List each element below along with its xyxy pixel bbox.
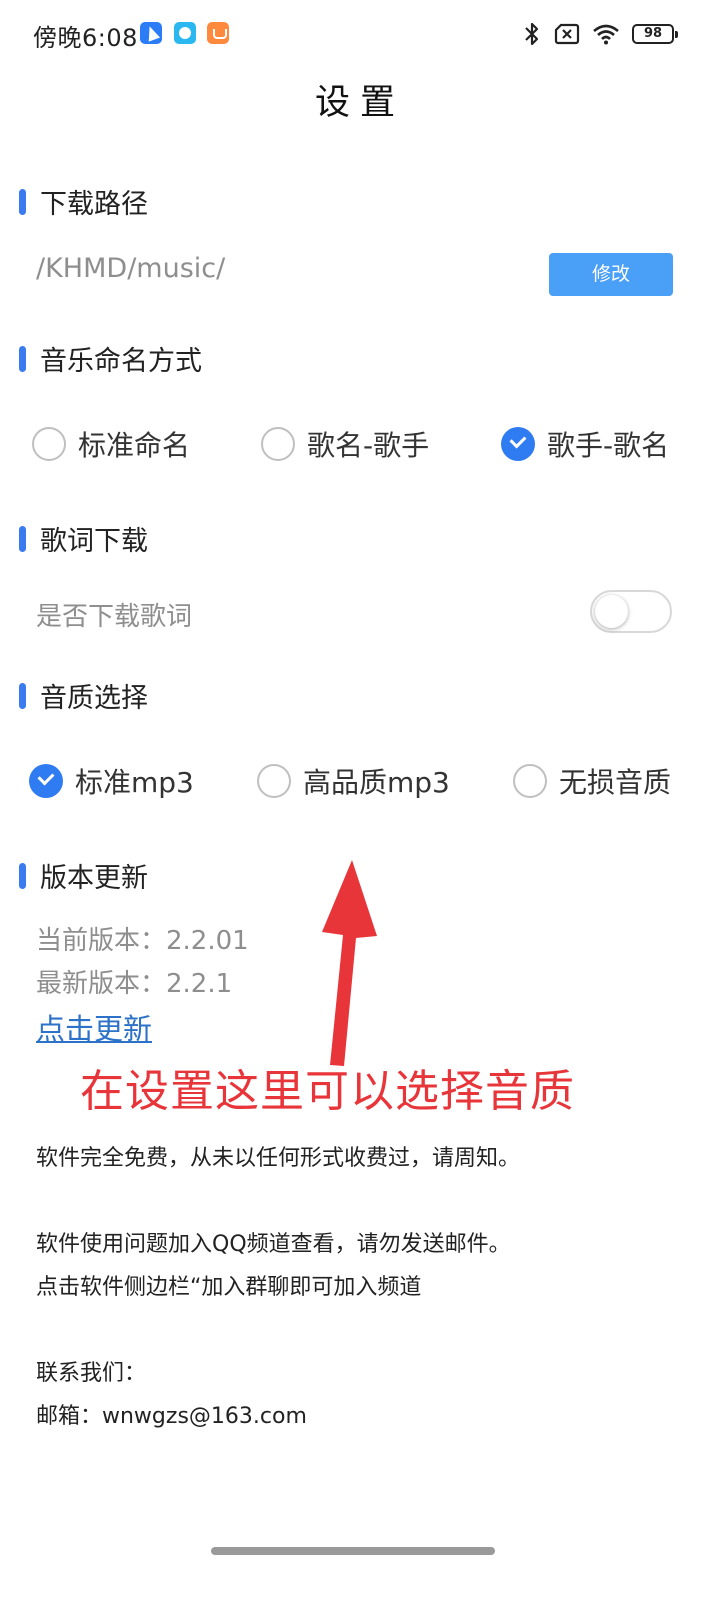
- section-accent-bar: [19, 345, 26, 372]
- app-icon-3: [207, 22, 229, 44]
- annotation-text: 在设置这里可以选择音质: [80, 1066, 575, 1117]
- section-lyrics: 歌词下载: [19, 519, 148, 558]
- radio-unchecked-icon: [32, 427, 66, 461]
- section-version: 版本更新: [19, 856, 148, 895]
- radio-label: 歌名-歌手: [307, 429, 430, 462]
- modify-path-button[interactable]: 修改: [549, 253, 673, 296]
- lyrics-download-toggle[interactable]: [590, 590, 672, 633]
- naming-option-artist-song[interactable]: 歌手-歌名: [501, 424, 669, 464]
- radio-label: 高品质mp3: [303, 766, 450, 799]
- radio-label: 标准mp3: [75, 766, 194, 799]
- page-title: 设置: [314, 83, 405, 123]
- app-icon-1: [140, 22, 162, 44]
- section-title: 下载路径: [40, 189, 148, 220]
- qq-channel-notice: 软件使用问题加入QQ频道查看，请勿发送邮件。: [36, 1232, 511, 1257]
- radio-label: 歌手-歌名: [547, 429, 670, 462]
- wifi-icon: [593, 24, 619, 45]
- current-version: 当前版本：2.2.01: [36, 926, 249, 956]
- lyrics-download-label: 是否下载歌词: [36, 602, 193, 632]
- section-accent-bar: [19, 525, 26, 552]
- quality-option-lossless[interactable]: 无损音质: [513, 761, 671, 801]
- naming-radio-group: 标准命名 歌名-歌手 歌手-歌名: [0, 414, 720, 474]
- quality-radio-group: 标准mp3 高品质mp3 无损音质: [0, 751, 720, 811]
- section-quality: 音质选择: [19, 676, 148, 715]
- sidebar-notice: 点击软件侧边栏“加入群聊即可加入频道: [36, 1275, 422, 1300]
- app-icon-2: [174, 22, 196, 44]
- home-indicator[interactable]: [211, 1547, 495, 1555]
- update-link[interactable]: 点击更新: [36, 1006, 152, 1048]
- radio-unchecked-icon: [261, 427, 295, 461]
- radio-label: 标准命名: [78, 429, 191, 462]
- free-notice: 软件完全免费，从未以任何形式收费过，请周知。: [36, 1146, 521, 1171]
- naming-option-song-artist[interactable]: 歌名-歌手: [261, 424, 429, 464]
- section-title: 版本更新: [40, 863, 148, 894]
- status-bar: 傍晚6:08 98: [0, 0, 720, 70]
- contact-title: 联系我们：: [36, 1361, 147, 1386]
- naming-option-standard[interactable]: 标准命名: [32, 424, 190, 464]
- quality-option-standard[interactable]: 标准mp3: [29, 761, 194, 801]
- section-accent-bar: [19, 682, 26, 709]
- contact-email: 邮箱：wnwgzs@163.com: [36, 1404, 307, 1429]
- latest-version: 最新版本：2.2.1: [36, 969, 233, 999]
- radio-checked-icon: [501, 427, 535, 461]
- status-time: 傍晚6:08: [33, 24, 138, 52]
- section-naming: 音乐命名方式: [19, 339, 202, 378]
- section-title: 音质选择: [40, 683, 148, 714]
- annotation-arrow-icon: [322, 860, 377, 1066]
- radio-unchecked-icon: [513, 764, 547, 798]
- download-path-value: /KHMD/music/: [36, 253, 226, 284]
- radio-unchecked-icon: [257, 764, 291, 798]
- section-download-path: 下载路径: [19, 182, 148, 221]
- section-title: 歌词下载: [40, 526, 148, 557]
- quality-option-high[interactable]: 高品质mp3: [257, 761, 450, 801]
- battery-icon: 98: [632, 24, 678, 44]
- section-title: 音乐命名方式: [40, 346, 202, 377]
- radio-checked-icon: [29, 764, 63, 798]
- status-icons: 98: [522, 20, 678, 48]
- radio-label: 无损音质: [559, 766, 672, 799]
- bluetooth-icon: [525, 22, 539, 46]
- no-sim-icon: [554, 23, 580, 45]
- section-accent-bar: [19, 188, 26, 215]
- section-accent-bar: [19, 862, 26, 889]
- toggle-knob: [595, 595, 628, 628]
